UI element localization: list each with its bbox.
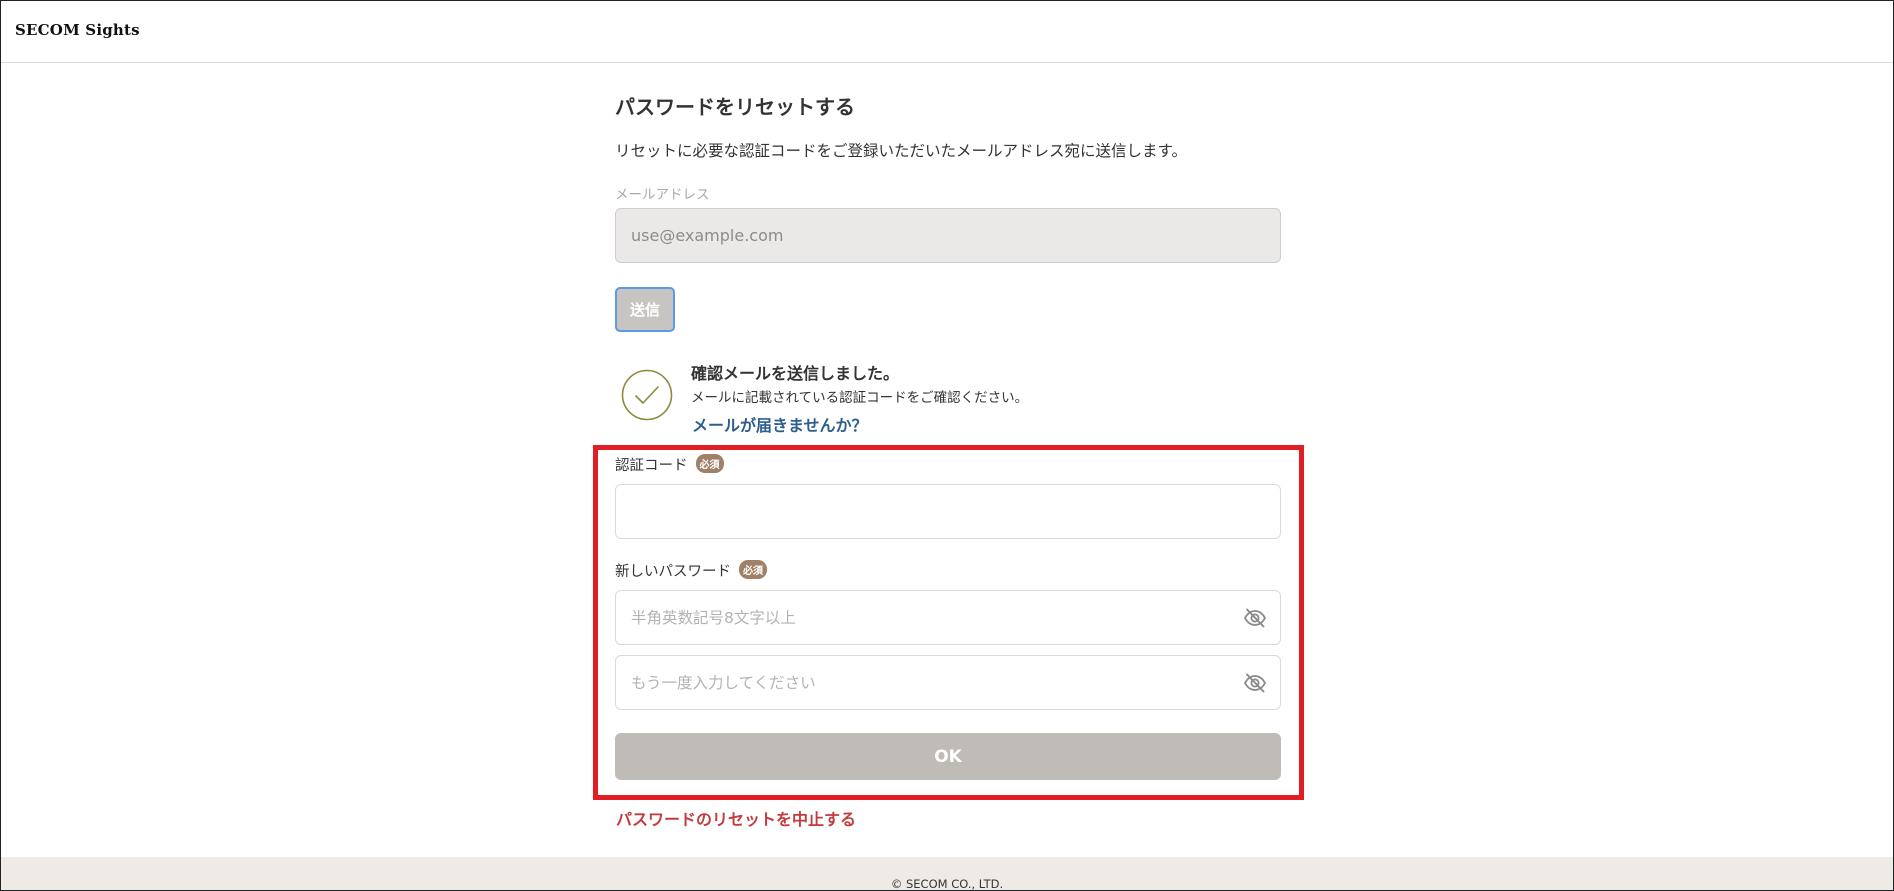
page-title: パスワードをリセットする <box>615 95 855 119</box>
send-button[interactable]: 送信 <box>615 287 675 332</box>
page-description: リセットに必要な認証コードをご登録いただいたメールアドレス宛に送信します。 <box>615 142 1187 160</box>
copyright-text: © SECOM CO., LTD. <box>890 877 1004 891</box>
confirmation-title: 確認メールを送信しました。 <box>691 364 900 383</box>
check-circle-icon <box>621 369 673 421</box>
site-logo[interactable]: SECOM Sights <box>15 21 140 39</box>
site-header: SECOM Sights <box>1 1 1893 63</box>
no-mail-link[interactable]: メールが届きませんか？ <box>692 412 868 436</box>
highlight-box <box>593 445 1304 800</box>
email-label: メールアドレス <box>615 187 710 203</box>
confirmation-subtitle: メールに記載されている認証コードをご確認ください。 <box>691 390 1029 406</box>
cancel-reset-link[interactable]: パスワードのリセットを中止する <box>616 806 856 830</box>
email-field[interactable] <box>615 208 1281 263</box>
site-footer: © SECOM CO., LTD. <box>1 857 1893 891</box>
